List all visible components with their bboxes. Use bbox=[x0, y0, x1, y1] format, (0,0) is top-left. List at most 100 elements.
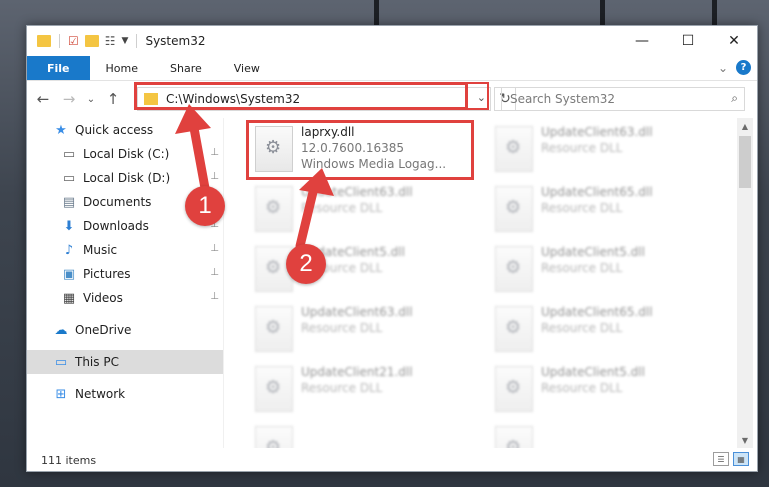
scroll-thumb[interactable] bbox=[739, 136, 751, 188]
item-count: 111 items bbox=[41, 453, 97, 467]
search-input[interactable] bbox=[510, 92, 710, 106]
minimize-button[interactable]: — bbox=[619, 26, 665, 56]
file-description: Resource DLL bbox=[301, 201, 383, 215]
sidebar-item-downloads[interactable]: ⬇ Downloads ⊥ bbox=[27, 214, 223, 238]
scroll-down-icon[interactable]: ▼ bbox=[737, 432, 753, 448]
tab-view[interactable]: View bbox=[218, 56, 276, 80]
sidebar-item-label: Videos bbox=[83, 291, 123, 305]
up-button[interactable]: ↑ bbox=[103, 88, 123, 110]
dll-file-icon bbox=[255, 426, 293, 448]
dll-file-icon bbox=[495, 366, 533, 412]
sidebar-item-label: Local Disk (D:) bbox=[83, 171, 171, 185]
star-icon: ★ bbox=[55, 122, 67, 138]
forward-button[interactable]: → bbox=[59, 88, 79, 110]
sidebar-item-local-disk-d[interactable]: ▭ Local Disk (D:) ⊥ bbox=[27, 166, 223, 190]
sidebar-item-label: Music bbox=[83, 243, 118, 257]
file-name: UpdateClient5.dll bbox=[541, 365, 645, 379]
sidebar-item-label: Downloads bbox=[83, 219, 149, 233]
sidebar-item-label: Network bbox=[75, 387, 126, 401]
pin-icon: ⊥ bbox=[210, 171, 219, 182]
properties-icon[interactable]: ☑ bbox=[68, 34, 79, 48]
navigation-bar: ← → ⌄ ↑ C:\Windows\System32 ⌄ ↻ ⌕ bbox=[27, 83, 757, 115]
pin-icon: ⊥ bbox=[210, 147, 219, 158]
file-description: Windows Media Logag... bbox=[301, 157, 447, 171]
sidebar-item-music[interactable]: ♪ Music ⊥ bbox=[27, 238, 223, 262]
sidebar-item-local-disk-c[interactable]: ▭ Local Disk (C:) ⊥ bbox=[27, 142, 223, 166]
sidebar-item-label: Documents bbox=[83, 195, 152, 209]
file-name: UpdateClient65.dll bbox=[541, 305, 653, 319]
recent-locations-button[interactable]: ⌄ bbox=[85, 88, 97, 110]
tab-share[interactable]: Share bbox=[154, 56, 218, 80]
file-tile[interactable]: UpdateClient65.dll Resource DLL bbox=[487, 302, 707, 362]
dll-file-icon bbox=[495, 186, 533, 232]
address-dropdown-icon[interactable]: ⌄ bbox=[477, 91, 486, 104]
maximize-button[interactable]: ☐ bbox=[665, 26, 711, 56]
file-tile-laprxy[interactable]: laprxy.dll 12.0.7600.16385 Windows Media… bbox=[247, 122, 467, 182]
folder-icon bbox=[37, 35, 51, 47]
sidebar-item-documents[interactable]: ▤ Documents ⊥ bbox=[27, 190, 223, 214]
tab-file[interactable]: File bbox=[27, 56, 90, 80]
file-description: Resource DLL bbox=[301, 321, 383, 335]
expand-ribbon-icon[interactable]: ⌄ bbox=[718, 61, 728, 75]
address-bar[interactable]: C:\Windows\System32 ⌄ bbox=[137, 87, 491, 111]
new-folder-icon[interactable] bbox=[84, 35, 99, 47]
file-description: Resource DLL bbox=[541, 321, 623, 335]
file-name: UpdateClient65.dll bbox=[541, 185, 653, 199]
dll-file-icon bbox=[255, 306, 293, 352]
sidebar-item-quick-access[interactable]: ★ Quick access bbox=[27, 118, 223, 142]
dll-file-icon bbox=[255, 366, 293, 412]
file-description: Resource DLL bbox=[541, 381, 623, 395]
vertical-scrollbar[interactable]: ▲ ▼ bbox=[737, 118, 753, 448]
sidebar-item-network[interactable]: ⊞ Network bbox=[27, 382, 223, 406]
sidebar-item-label: OneDrive bbox=[75, 323, 132, 337]
sidebar-item-pictures[interactable]: ▣ Pictures ⊥ bbox=[27, 262, 223, 286]
folder-icon bbox=[144, 93, 158, 105]
file-name: UpdateClient63.dll bbox=[541, 125, 653, 139]
file-description: Resource DLL bbox=[301, 381, 383, 395]
file-name: UpdateClient63.dll bbox=[301, 305, 413, 319]
pin-icon: ⊥ bbox=[210, 195, 219, 206]
customize-toolbar-icon[interactable]: ▼ bbox=[122, 36, 129, 46]
file-tile[interactable]: UpdateClient63.dll Resource DLL bbox=[487, 122, 707, 182]
quick-access-toolbar: ☑ ☷ ▼ bbox=[27, 34, 139, 48]
file-list: laprxy.dll 12.0.7600.16385 Windows Media… bbox=[237, 118, 732, 448]
file-tile[interactable]: UpdateClient63.dll Resource DLL bbox=[247, 182, 467, 242]
search-box[interactable]: ⌕ bbox=[501, 87, 745, 111]
file-name: UpdateClient5.dll bbox=[541, 245, 645, 259]
dll-file-icon bbox=[255, 246, 293, 292]
back-button[interactable]: ← bbox=[33, 88, 53, 110]
toolbar-divider bbox=[59, 34, 60, 48]
dll-file-icon bbox=[255, 126, 293, 172]
file-tile[interactable]: UpdateClient21.dll Resource DLL bbox=[247, 362, 467, 422]
close-button[interactable]: ✕ bbox=[711, 26, 757, 56]
file-tile[interactable]: UpdateClient5.dll Resource DLL bbox=[487, 362, 707, 422]
sidebar-item-onedrive[interactable]: ☁ OneDrive bbox=[27, 318, 223, 342]
dll-file-icon bbox=[495, 246, 533, 292]
file-tile[interactable] bbox=[247, 422, 467, 448]
search-icon: ⌕ bbox=[731, 91, 738, 105]
help-icon[interactable]: ? bbox=[736, 60, 751, 75]
file-tile[interactable]: UpdateClient5.dll Resource DLL bbox=[247, 242, 467, 302]
title-bar: ☑ ☷ ▼ System32 — ☐ ✕ bbox=[27, 26, 757, 56]
ribbon-tabs: File Home Share View ⌄ ? bbox=[27, 56, 757, 81]
scroll-up-icon[interactable]: ▲ bbox=[737, 118, 753, 134]
file-tile[interactable]: UpdateClient5.dll Resource DLL bbox=[487, 242, 707, 302]
file-tile[interactable] bbox=[487, 422, 707, 448]
file-description: Resource DLL bbox=[541, 141, 623, 155]
pin-icon: ⊥ bbox=[210, 267, 219, 278]
details-view-icon[interactable]: ☰ bbox=[713, 452, 729, 466]
drive-icon: ▭ bbox=[62, 170, 76, 186]
file-tile[interactable]: UpdateClient65.dll Resource DLL bbox=[487, 182, 707, 242]
tab-home[interactable]: Home bbox=[90, 56, 154, 80]
tiles-view-icon[interactable]: ▦ bbox=[733, 452, 749, 466]
address-path: C:\Windows\System32 bbox=[166, 92, 301, 106]
file-tile[interactable]: UpdateClient63.dll Resource DLL bbox=[247, 302, 467, 362]
dll-file-icon bbox=[495, 426, 533, 448]
sidebar-item-this-pc[interactable]: ▭ This PC bbox=[27, 350, 223, 374]
dll-file-icon bbox=[495, 126, 533, 172]
sidebar-item-videos[interactable]: ▦ Videos ⊥ bbox=[27, 286, 223, 310]
cloud-icon: ☁ bbox=[54, 322, 68, 338]
videos-icon: ▦ bbox=[62, 290, 76, 306]
view-options-icon[interactable]: ☷ bbox=[105, 34, 116, 48]
